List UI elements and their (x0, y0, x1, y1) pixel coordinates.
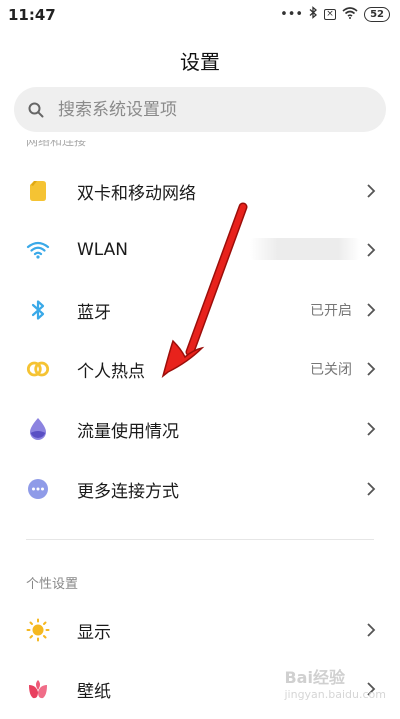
chevron-right-icon (367, 623, 376, 637)
hotspot-icon (26, 357, 50, 381)
wifi-icon (342, 6, 358, 23)
row-more-connections[interactable]: 更多连接方式 (0, 459, 400, 519)
row-wlan[interactable]: WLAN (0, 220, 400, 280)
sun-icon (26, 618, 50, 642)
row-hotspot[interactable]: 个人热点 已关闭 (0, 339, 400, 399)
row-label: 蓝牙 (77, 302, 111, 323)
chevron-right-icon (367, 482, 376, 496)
page-title: 设置 (180, 50, 220, 74)
chevron-right-icon (367, 303, 376, 317)
section-label-network: 网络和连接 (26, 140, 87, 148)
chevron-right-icon (367, 422, 376, 436)
data-drop-icon (26, 417, 50, 441)
row-label: 个人热点 (77, 361, 145, 382)
row-label: 显示 (77, 622, 111, 643)
sim-card-icon (26, 179, 50, 203)
bluetooth-icon (309, 6, 318, 23)
row-value: 已开启 (310, 303, 352, 319)
bluetooth-icon (26, 298, 50, 322)
search-input[interactable] (56, 98, 340, 121)
row-label: WLAN (77, 240, 129, 260)
flower-icon (26, 677, 50, 701)
section-label-personal: 个性设置 (26, 577, 79, 592)
watermark: Bai经验 jingyan.baidu.com (284, 664, 386, 701)
section-divider (26, 539, 374, 540)
box-x-icon: × (324, 9, 337, 20)
more-icon (26, 477, 50, 501)
row-label: 更多连接方式 (77, 481, 179, 502)
battery-icon: 52 (364, 7, 390, 22)
row-value: 已关闭 (310, 362, 352, 378)
watermark-main: Bai经验 (284, 668, 345, 687)
row-bluetooth[interactable]: 蓝牙 已开启 (0, 280, 400, 340)
row-display[interactable]: 显示 (0, 600, 400, 660)
row-dual-sim[interactable]: 双卡和移动网络 (0, 161, 400, 221)
status-time: 11:47 (8, 6, 56, 24)
search-icon (28, 102, 44, 117)
chevron-right-icon (367, 243, 376, 257)
row-data-usage[interactable]: 流量使用情况 (0, 399, 400, 459)
status-icons: ••• × 52 (280, 6, 390, 23)
chevron-right-icon (367, 184, 376, 198)
wifi-icon (26, 238, 50, 262)
search-bar[interactable] (14, 87, 386, 132)
row-label: 双卡和移动网络 (77, 183, 196, 204)
dots-icon: ••• (280, 7, 304, 22)
status-bar: 11:47 ••• × 52 (0, 0, 400, 32)
row-label: 流量使用情况 (77, 421, 179, 442)
watermark-sub: jingyan.baidu.com (284, 688, 386, 701)
row-label: 壁纸 (77, 681, 111, 702)
chevron-right-icon (367, 362, 376, 376)
